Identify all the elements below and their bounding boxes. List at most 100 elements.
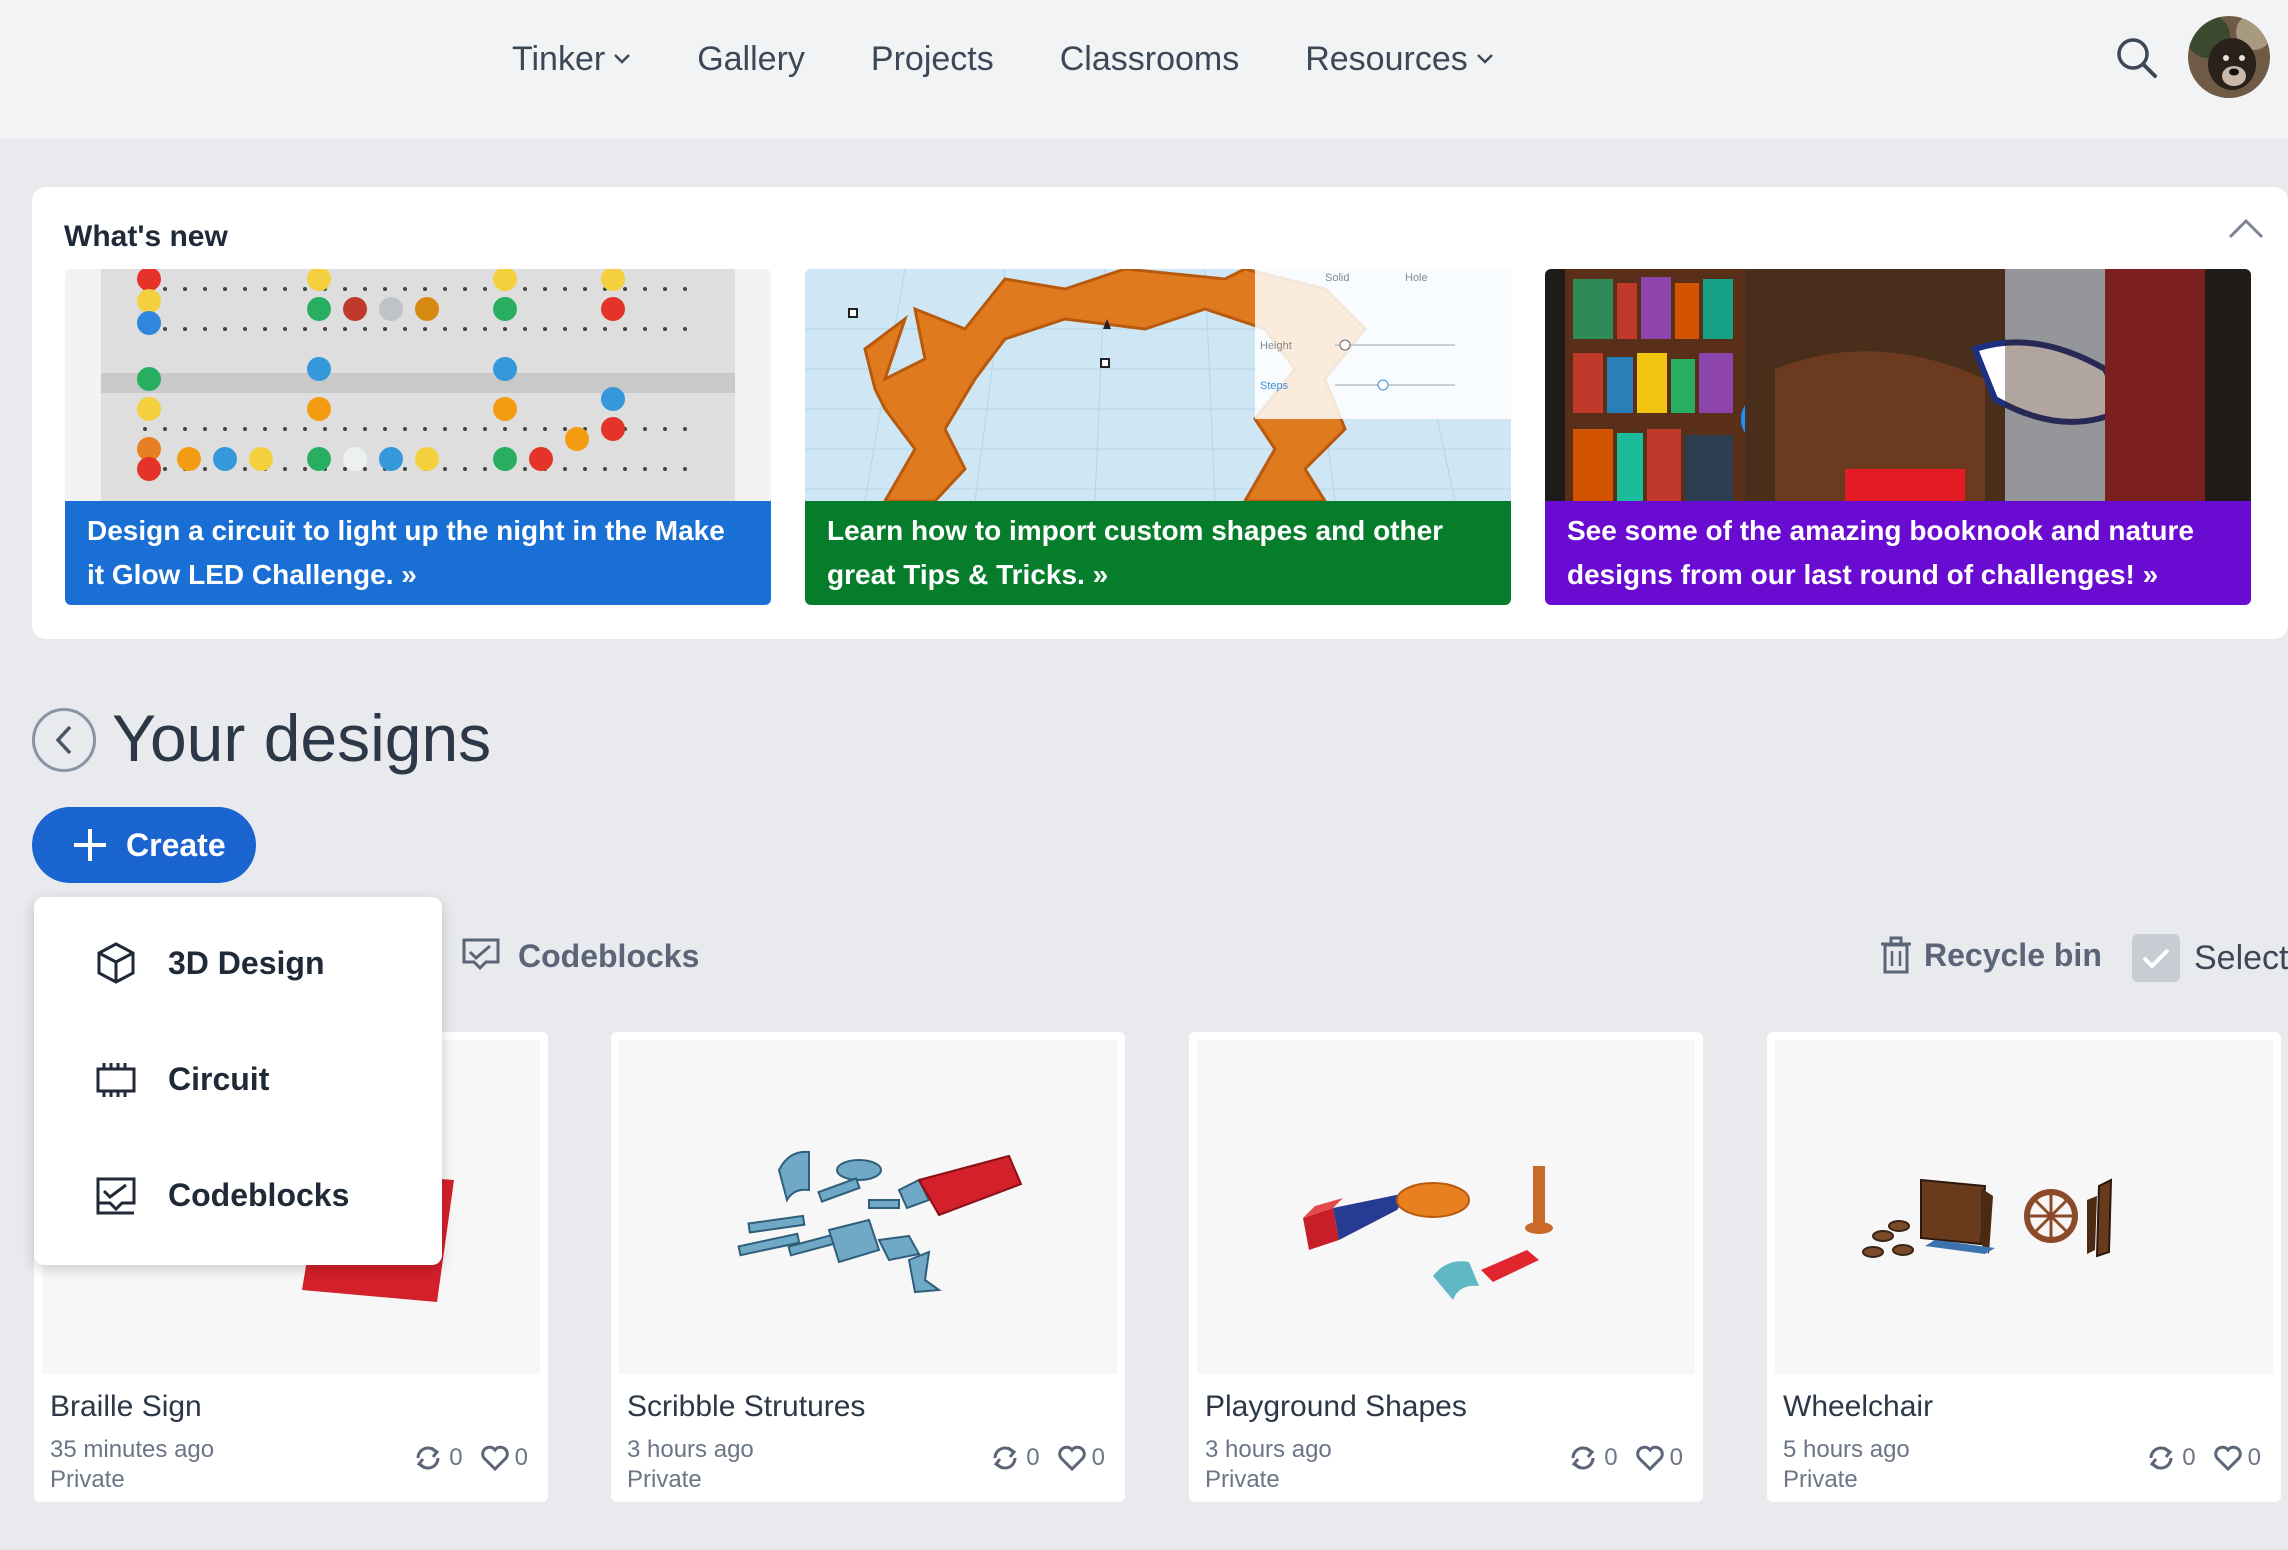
trash-icon: [1881, 936, 1911, 974]
remix-icon: [993, 1446, 1017, 1470]
design-privacy: Private: [50, 1466, 125, 1493]
whats-new-caption-led: Design a circuit to light up the night i…: [65, 501, 771, 605]
svg-text:Solid: Solid: [1325, 272, 1349, 284]
design-card-wheelchair[interactable]: Wheelchair 5 hours ago Private 0 0: [1767, 1032, 2281, 1502]
codeblocks-icon: [96, 1177, 136, 1215]
led-breadboard-image: [65, 269, 771, 501]
select-checkbox[interactable]: [2132, 934, 2180, 982]
design-stats: 0 0: [395, 1444, 528, 1472]
chevron-down-icon: [614, 54, 631, 64]
design-time: 3 hours ago: [627, 1436, 754, 1463]
nav-projects[interactable]: Projects: [871, 40, 994, 79]
like-count-value: 0: [1669, 1444, 1683, 1471]
remix-count: 0: [413, 1444, 463, 1472]
design-name: Playground Shapes: [1205, 1390, 1467, 1423]
recycle-bin-button[interactable]: Recycle bin: [1880, 936, 2102, 974]
whats-new-card-led[interactable]: Design a circuit to light up the night i…: [65, 269, 771, 605]
heart-icon: [480, 1445, 509, 1471]
select-toggle[interactable]: Select: [2132, 934, 2288, 982]
design-thumbnail: [1775, 1040, 2273, 1374]
design-stats: 0 0: [1550, 1444, 1683, 1472]
design-privacy: Private: [1205, 1466, 1280, 1493]
remix-count-value: 0: [2182, 1444, 2196, 1471]
recycle-bin-label: Recycle bin: [1924, 936, 2102, 973]
check-icon: [2142, 948, 2170, 969]
whats-new-caption-tips: Learn how to import custom shapes and ot…: [805, 501, 1511, 605]
design-thumbnail: [619, 1040, 1117, 1374]
svg-text:Steps: Steps: [1260, 380, 1289, 392]
design-card-playground-shapes[interactable]: Playground Shapes 3 hours ago Private 0 …: [1189, 1032, 1703, 1502]
remix-icon: [416, 1446, 440, 1470]
collapse-button[interactable]: [2224, 213, 2268, 243]
svg-text:Height: Height: [1260, 340, 1292, 352]
nav-tinker[interactable]: Tinker: [512, 40, 631, 79]
design-stats: 0 0: [2128, 1444, 2261, 1472]
design-time: 3 hours ago: [1205, 1436, 1332, 1463]
search-icon: [2117, 38, 2157, 78]
nav-gallery-label: Gallery: [697, 39, 805, 78]
plus-icon: [74, 829, 106, 861]
remix-count-value: 0: [1604, 1444, 1618, 1471]
design-privacy: Private: [1783, 1466, 1858, 1493]
whats-new-card-tips[interactable]: Solid Hole Height Steps Learn how to imp…: [805, 269, 1511, 605]
create-button[interactable]: Create: [32, 807, 256, 883]
menu-item-3d-design-label: 3D Design: [168, 944, 325, 981]
menu-item-circuit[interactable]: Circuit: [34, 1029, 442, 1129]
like-count-value: 0: [514, 1444, 528, 1471]
remix-icon: [1571, 1446, 1595, 1470]
chip-icon: [96, 1063, 136, 1097]
nav-classrooms-label: Classrooms: [1059, 39, 1240, 78]
design-privacy: Private: [627, 1466, 702, 1493]
import-shapes-image: Solid Hole Height Steps: [805, 269, 1511, 501]
design-stats: 0 0: [972, 1444, 1105, 1472]
nav-resources-label: Resources: [1305, 39, 1468, 78]
codeblocks-icon: [462, 938, 500, 971]
menu-item-3d-design[interactable]: 3D Design: [34, 913, 442, 1013]
chevron-up-icon: [2228, 218, 2264, 239]
nav-resources[interactable]: Resources: [1305, 40, 1494, 79]
nav-tinker-label: Tinker: [512, 39, 606, 78]
like-count-value: 0: [2247, 1444, 2261, 1471]
remix-count-value: 0: [1026, 1444, 1040, 1471]
filter-codeblocks[interactable]: Codeblocks: [460, 936, 699, 976]
create-button-label: Create: [126, 826, 226, 863]
design-thumbnail: [1197, 1040, 1695, 1374]
whats-new-panel: What's new Design a circuit to light up …: [32, 187, 2288, 639]
whats-new-caption-booknook: See some of the amazing booknook and nat…: [1545, 501, 2251, 605]
user-avatar[interactable]: [2188, 16, 2270, 98]
select-label: Select: [2194, 938, 2288, 977]
design-time: 5 hours ago: [1783, 1436, 1910, 1463]
filter-codeblocks-label: Codeblocks: [518, 937, 700, 974]
nav-classrooms[interactable]: Classrooms: [1060, 40, 1239, 79]
chevron-down-icon: [1476, 54, 1493, 64]
whats-new-card-booknook[interactable]: See some of the amazing booknook and nat…: [1545, 269, 2251, 605]
nav-gallery[interactable]: Gallery: [697, 40, 805, 79]
chevron-left-icon: [55, 725, 72, 755]
page-title: Your designs: [112, 701, 492, 775]
heart-icon: [1635, 1445, 1664, 1471]
menu-item-circuit-label: Circuit: [168, 1060, 270, 1097]
create-dropdown-menu: 3D Design Circuit Codeblocks: [34, 897, 442, 1265]
search-button[interactable]: [2112, 33, 2162, 83]
back-button[interactable]: [32, 708, 96, 772]
remix-count: 0: [1568, 1444, 1618, 1472]
menu-item-codeblocks[interactable]: Codeblocks: [34, 1145, 442, 1245]
svg-text:Hole: Hole: [1405, 272, 1428, 284]
remix-count: 0: [2146, 1444, 2196, 1472]
avatar-photo: [2188, 16, 2270, 98]
design-name: Wheelchair: [1783, 1390, 1934, 1423]
design-time: 35 minutes ago: [50, 1436, 215, 1463]
like-count-value: 0: [1091, 1444, 1105, 1471]
playground-shapes-render: [1303, 1166, 1553, 1300]
remix-count-value: 0: [449, 1444, 463, 1471]
heart-icon: [2213, 1445, 2242, 1471]
design-card-scribble-strutures[interactable]: Scribble Strutures 3 hours ago Private 0…: [611, 1032, 1125, 1502]
heart-icon: [1057, 1445, 1086, 1471]
nav-projects-label: Projects: [870, 39, 994, 78]
menu-item-codeblocks-label: Codeblocks: [168, 1176, 350, 1213]
booknook-image: [1545, 269, 2251, 501]
cube-icon: [97, 942, 135, 984]
like-count: 0: [2213, 1444, 2261, 1472]
remix-icon: [2149, 1446, 2173, 1470]
top-bar: Tinker Gallery Projects Classrooms Resou…: [0, 0, 2288, 138]
